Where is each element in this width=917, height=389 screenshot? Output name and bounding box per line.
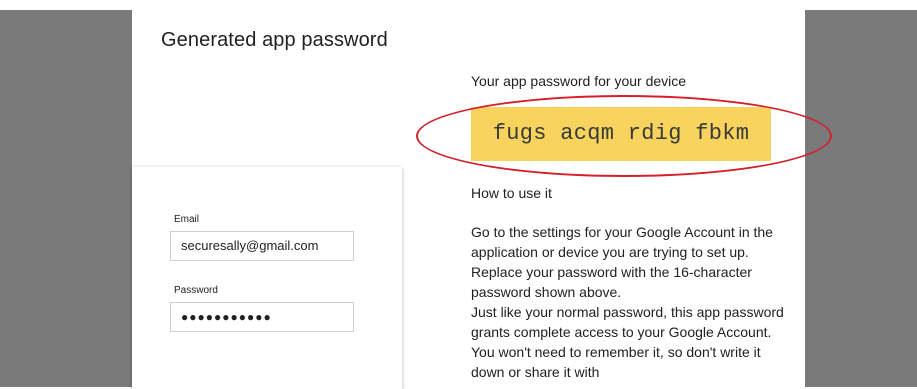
app-password-dialog: Generated app password Email securesally…: [132, 0, 832, 389]
backdrop-left: [0, 10, 132, 387]
how-to-paragraph-2: Just like your normal password, this app…: [471, 304, 784, 380]
highlight-ellipse-annotation: [416, 95, 832, 177]
app-password-heading: Your app password for your device: [471, 73, 687, 89]
login-card-illustration: Email securesally@gmail.com Password ●●●…: [132, 167, 402, 389]
password-label: Password: [174, 285, 218, 296]
email-label: Email: [174, 214, 200, 225]
how-to-paragraph-1: Go to the settings for your Google Accou…: [471, 224, 773, 300]
backdrop-right: [805, 10, 917, 387]
dialog-title: Generated app password: [161, 29, 388, 51]
password-field[interactable]: ●●●●●●●●●●●: [170, 302, 354, 332]
how-to-heading: How to use it: [471, 185, 552, 201]
how-to-instructions: Go to the settings for your Google Accou…: [471, 222, 793, 382]
email-field[interactable]: securesally@gmail.com: [170, 231, 354, 261]
